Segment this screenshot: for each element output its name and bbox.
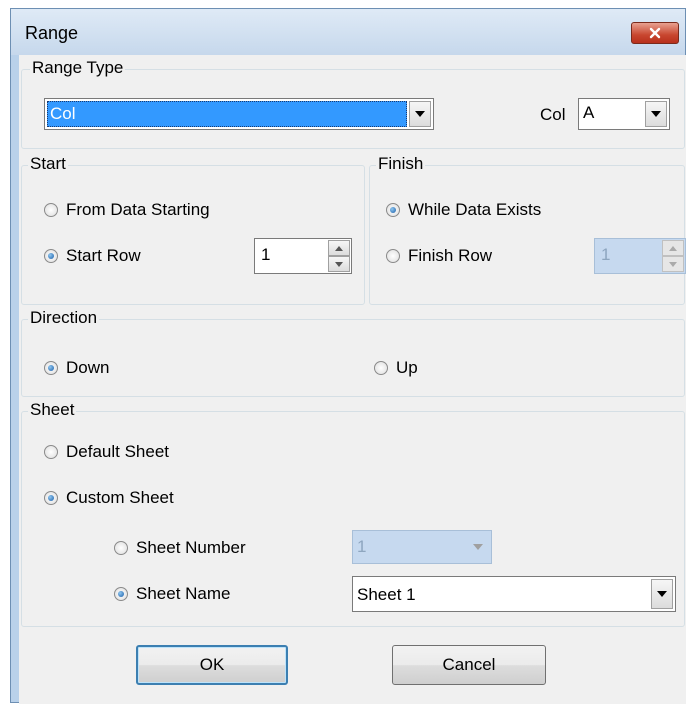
start-legend: Start xyxy=(28,154,68,174)
sheet-group: Sheet Default Sheet Custom Sheet Sheet N… xyxy=(21,400,685,627)
sheet-number-label: Sheet Number xyxy=(136,538,246,557)
radio-button-selected-icon xyxy=(44,249,58,263)
sheet-name-value: Sheet 1 xyxy=(357,585,416,604)
chevron-down-icon xyxy=(473,544,483,550)
range-type-legend: Range Type xyxy=(30,58,126,78)
sheet-number-combo: 1 xyxy=(352,530,492,564)
range-type-combo[interactable]: Col xyxy=(44,98,434,130)
sheet-number-radio[interactable]: Sheet Number xyxy=(114,538,246,558)
col-dropdown-arrow[interactable] xyxy=(645,101,667,127)
sheet-number-dropdown-arrow xyxy=(467,533,489,561)
col-combo[interactable]: A xyxy=(578,98,670,130)
start-row-label: Start Row xyxy=(66,246,141,265)
start-row-radio[interactable]: Start Row xyxy=(44,246,141,266)
sheet-number-value: 1 xyxy=(357,537,367,556)
radio-button-icon xyxy=(114,541,128,555)
range-type-value: Col xyxy=(50,104,76,123)
ok-button[interactable]: OK xyxy=(136,645,288,685)
direction-group: Direction Down Up xyxy=(21,308,685,397)
finish-row-spinner: 1 xyxy=(594,238,686,274)
custom-sheet-label: Custom Sheet xyxy=(66,488,174,507)
cancel-button[interactable]: Cancel xyxy=(392,645,546,685)
start-row-spinner[interactable]: 1 xyxy=(254,238,352,274)
while-data-exists-label: While Data Exists xyxy=(408,200,542,219)
sheet-name-label: Sheet Name xyxy=(136,584,231,603)
radio-button-selected-icon xyxy=(386,203,400,217)
radio-button-selected-icon xyxy=(114,587,128,601)
sheet-name-radio[interactable]: Sheet Name xyxy=(114,584,231,604)
finish-group: Finish While Data Exists Finish Row 1 xyxy=(369,154,686,305)
radio-button-icon xyxy=(44,445,58,459)
spin-up-button xyxy=(662,240,684,256)
up-radio[interactable]: Up xyxy=(374,358,418,378)
chevron-down-icon xyxy=(415,111,425,117)
radio-button-icon xyxy=(44,203,58,217)
down-radio[interactable]: Down xyxy=(44,358,109,378)
radio-button-icon xyxy=(374,361,388,375)
radio-button-selected-icon xyxy=(44,491,58,505)
range-dialog: Range Range Type Col Col A Start From Da… xyxy=(10,8,686,704)
close-icon xyxy=(649,27,661,39)
sheet-name-dropdown-arrow[interactable] xyxy=(651,579,673,609)
dialog-body: Range Type Col Col A Start From Data Sta… xyxy=(19,55,686,704)
finish-row-label: Finish Row xyxy=(408,246,493,265)
col-value: A xyxy=(583,103,595,122)
default-sheet-radio[interactable]: Default Sheet xyxy=(44,442,169,462)
chevron-down-icon xyxy=(651,111,661,117)
range-type-selection xyxy=(47,101,407,127)
direction-legend: Direction xyxy=(28,308,100,328)
from-data-starting-radio[interactable]: From Data Starting xyxy=(44,200,210,220)
spin-down-button xyxy=(662,256,684,272)
chevron-down-icon xyxy=(657,591,667,597)
finish-row-radio[interactable]: Finish Row xyxy=(386,246,492,266)
while-data-exists-radio[interactable]: While Data Exists xyxy=(386,200,541,220)
custom-sheet-radio[interactable]: Custom Sheet xyxy=(44,488,174,508)
finish-row-spin-buttons xyxy=(662,240,684,272)
range-type-group: Range Type Col Col A xyxy=(21,58,685,149)
finish-legend: Finish xyxy=(376,154,426,174)
chevron-down-icon xyxy=(335,261,343,267)
radio-button-selected-icon xyxy=(44,361,58,375)
window-title: Range xyxy=(25,23,79,43)
finish-row-value: 1 xyxy=(601,245,611,264)
range-type-dropdown-arrow[interactable] xyxy=(409,101,431,127)
chevron-up-icon xyxy=(669,245,677,251)
start-group: Start From Data Starting Start Row 1 xyxy=(21,154,365,305)
spin-up-button[interactable] xyxy=(328,240,350,256)
down-label: Down xyxy=(66,358,110,377)
col-label: Col xyxy=(540,105,566,124)
start-row-spin-buttons xyxy=(328,240,350,272)
sheet-legend: Sheet xyxy=(28,400,77,420)
default-sheet-label: Default Sheet xyxy=(66,442,170,461)
from-data-starting-label: From Data Starting xyxy=(66,200,210,219)
up-label: Up xyxy=(396,358,418,377)
chevron-up-icon xyxy=(335,245,343,251)
sheet-name-combo[interactable]: Sheet 1 xyxy=(352,576,676,612)
close-button[interactable] xyxy=(631,22,679,44)
spin-down-button[interactable] xyxy=(328,256,350,272)
start-row-value: 1 xyxy=(261,245,271,264)
radio-button-icon xyxy=(386,249,400,263)
title-bar[interactable]: Range xyxy=(11,9,685,55)
chevron-down-icon xyxy=(669,261,677,267)
